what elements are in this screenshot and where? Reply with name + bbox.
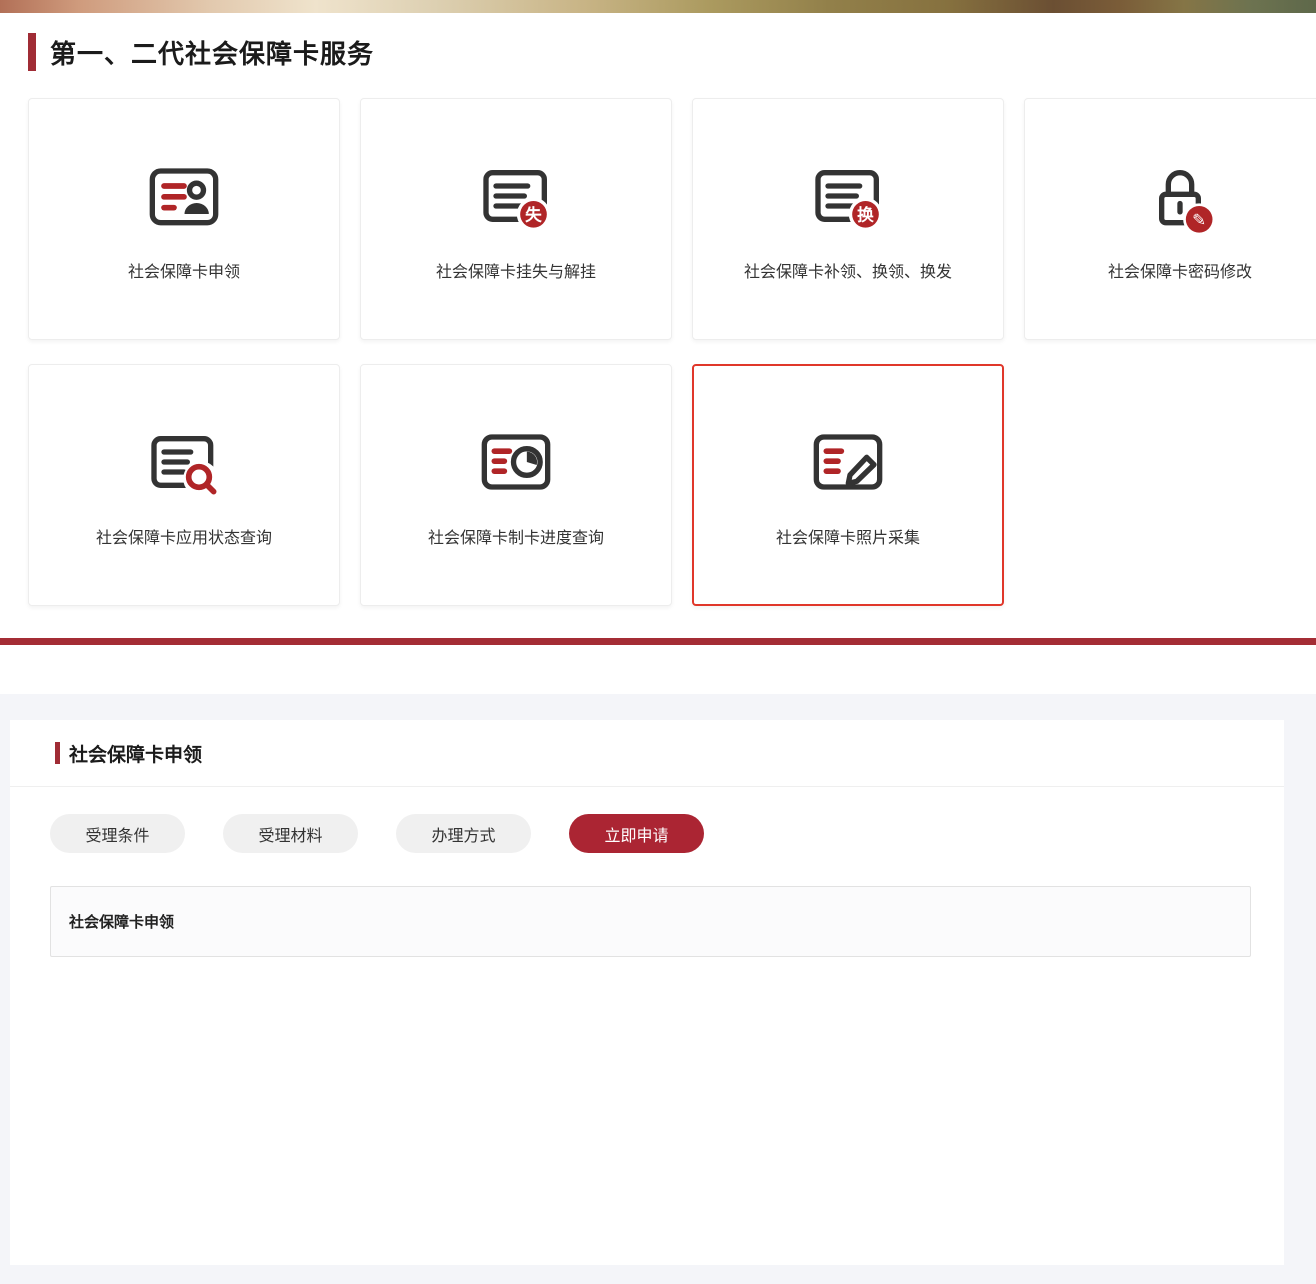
card-photo-edit-icon xyxy=(808,422,888,502)
document-exchange-badge-icon: 换 xyxy=(808,156,888,236)
service-card-password-change[interactable]: ✎ 社会保障卡密码修改 xyxy=(1024,98,1316,340)
svg-text:✎: ✎ xyxy=(1192,210,1206,229)
document-search-icon xyxy=(144,422,224,502)
lock-edit-badge-icon: ✎ xyxy=(1140,156,1220,236)
service-card-photo-collection[interactable]: 社会保障卡照片采集 xyxy=(692,364,1004,606)
services-section-title: 第一、二代社会保障卡服务 xyxy=(50,34,374,71)
title-accent-bar xyxy=(55,742,60,764)
id-card-person-icon xyxy=(144,156,224,236)
svg-text:换: 换 xyxy=(857,204,874,224)
detail-header-divider xyxy=(10,786,1284,787)
service-card-label: 社会保障卡挂失与解挂 xyxy=(436,258,596,282)
tab-acceptance-materials[interactable]: 受理材料 xyxy=(223,814,358,853)
svg-text:失: 失 xyxy=(525,204,542,224)
service-card-replacement[interactable]: 换 社会保障卡补领、换领、换发 xyxy=(692,98,1004,340)
service-card-apply[interactable]: 社会保障卡申领 xyxy=(28,98,340,340)
tab-acceptance-conditions[interactable]: 受理条件 xyxy=(50,814,185,853)
service-card-label: 社会保障卡照片采集 xyxy=(776,524,920,548)
card-progress-clock-icon xyxy=(476,422,556,502)
apply-content-item[interactable]: 社会保障卡申领 xyxy=(50,886,1251,957)
document-loss-badge-icon: 失 xyxy=(476,156,556,236)
service-card-label: 社会保障卡应用状态查询 xyxy=(96,524,272,548)
detail-header: 社会保障卡申领 xyxy=(55,741,1284,765)
service-card-progress-query[interactable]: 社会保障卡制卡进度查询 xyxy=(360,364,672,606)
title-accent-bar xyxy=(28,33,36,71)
service-card-label: 社会保障卡密码修改 xyxy=(1108,258,1252,282)
service-card-label: 社会保障卡申领 xyxy=(128,258,240,282)
service-card-label: 社会保障卡制卡进度查询 xyxy=(428,524,604,548)
top-banner-image xyxy=(0,0,1316,13)
detail-tabs: 受理条件 受理材料 办理方式 立即申请 xyxy=(50,814,1284,853)
services-section: 第一、二代社会保障卡服务 社会保障卡申领 失 xyxy=(0,13,1316,606)
section-divider xyxy=(0,638,1316,645)
tab-processing-method[interactable]: 办理方式 xyxy=(396,814,531,853)
service-card-loss-report[interactable]: 失 社会保障卡挂失与解挂 xyxy=(360,98,672,340)
service-card-status-query[interactable]: 社会保障卡应用状态查询 xyxy=(28,364,340,606)
services-section-header: 第一、二代社会保障卡服务 xyxy=(28,33,1316,71)
detail-card: 社会保障卡申领 受理条件 受理材料 办理方式 立即申请 社会保障卡申领 xyxy=(10,720,1284,1265)
services-grid: 社会保障卡申领 失 社会保障卡挂失与解挂 xyxy=(28,98,1316,606)
detail-section: 社会保障卡申领 受理条件 受理材料 办理方式 立即申请 社会保障卡申领 xyxy=(0,694,1316,1284)
service-card-label: 社会保障卡补领、换领、换发 xyxy=(744,258,952,282)
detail-title: 社会保障卡申领 xyxy=(69,740,202,767)
tab-apply-now[interactable]: 立即申请 xyxy=(569,814,704,853)
apply-content-header: 社会保障卡申领 xyxy=(69,911,174,932)
